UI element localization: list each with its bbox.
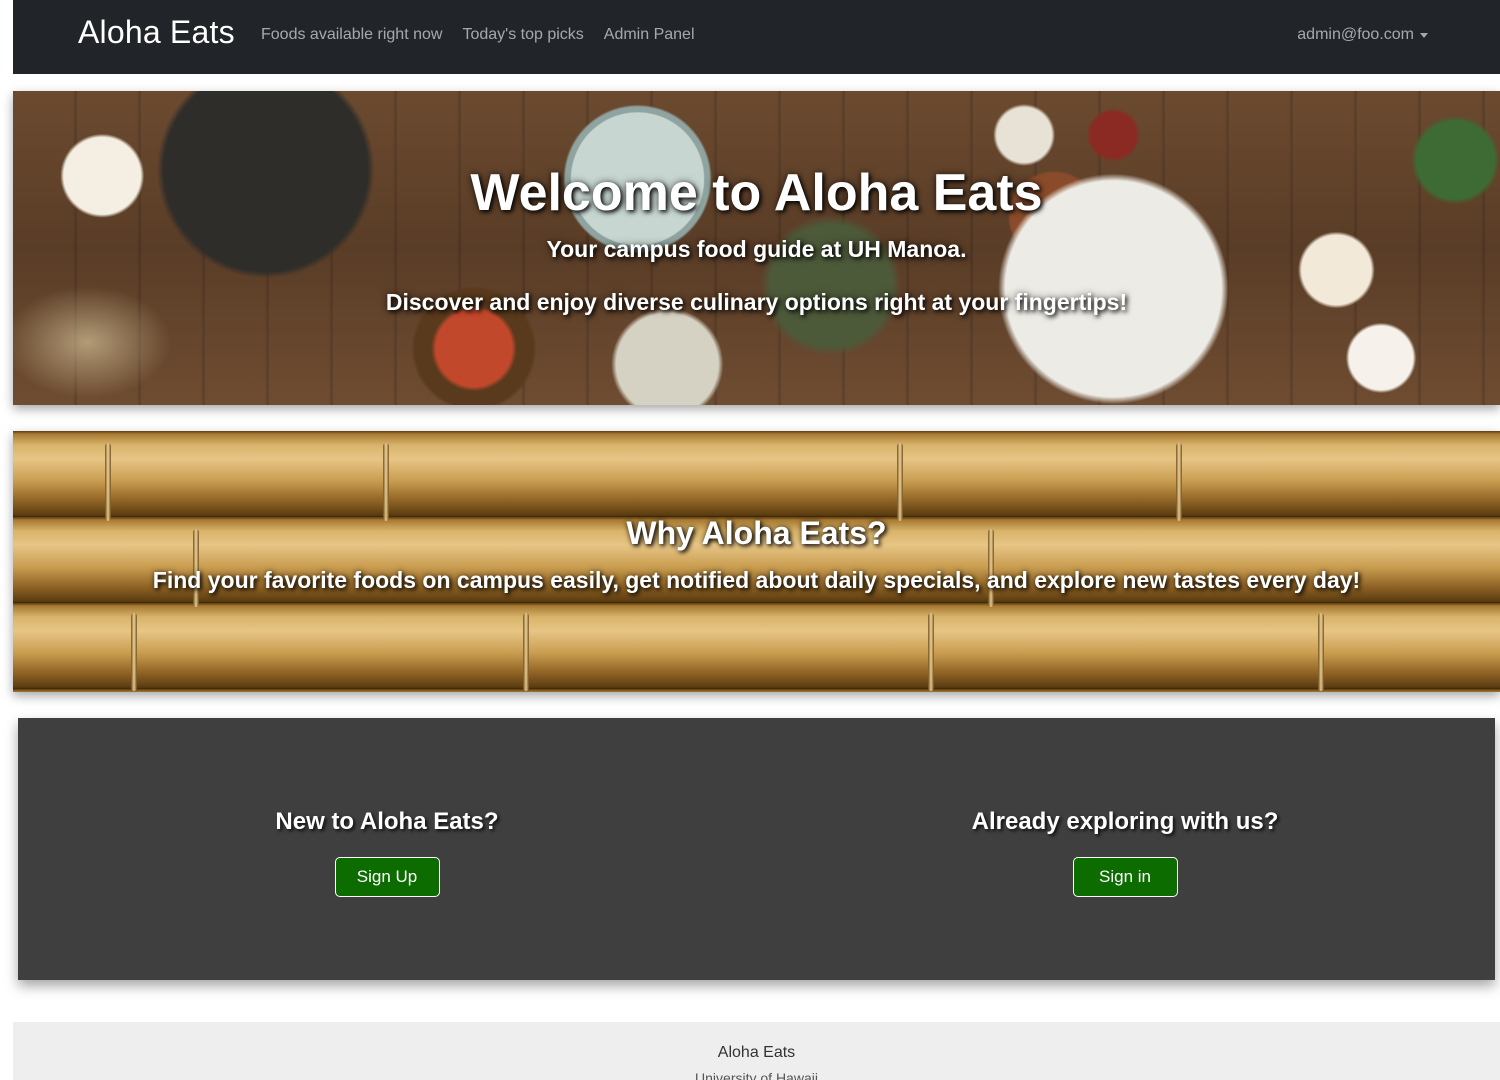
nav-link-foods-available[interactable]: Foods available right now — [261, 26, 442, 44]
existing-user-heading: Already exploring with us? — [971, 808, 1279, 835]
user-email: admin@foo.com — [1297, 26, 1414, 43]
footer-title: Aloha Eats — [717, 1044, 796, 1061]
caret-down-icon — [1420, 32, 1428, 38]
nav-link-top-picks[interactable]: Today's top picks — [462, 26, 583, 44]
hero-subtitle: Your campus food guide at UH Manoa. — [546, 236, 967, 262]
footer: Aloha Eats University of Hawaii — [13, 1022, 1500, 1080]
bamboo-node — [1318, 613, 1324, 691]
why-title: Why Aloha Eats? — [626, 515, 887, 551]
hero-banner: Welcome to Aloha Eats Your campus food g… — [13, 91, 1500, 405]
bamboo-node — [523, 613, 529, 691]
hero-content: Welcome to Aloha Eats Your campus food g… — [13, 91, 1500, 316]
signup-column: New to Aloha Eats? Sign Up — [18, 806, 756, 897]
sign-in-button[interactable]: Sign in — [1072, 857, 1178, 897]
hero-tagline: Discover and enjoy diverse culinary opti… — [385, 289, 1128, 315]
why-text: Find your favorite foods on campus easil… — [152, 567, 1361, 593]
user-dropdown[interactable]: admin@foo.com — [1297, 26, 1428, 44]
new-user-heading: New to Aloha Eats? — [275, 808, 499, 835]
why-content: Why Aloha Eats? Find your favorite foods… — [13, 431, 1500, 595]
brand-link[interactable]: Aloha Eats — [78, 14, 235, 51]
sign-up-button[interactable]: Sign Up — [334, 857, 440, 897]
auth-panel: New to Aloha Eats? Sign Up Already explo… — [18, 718, 1495, 980]
nav-link-admin-panel[interactable]: Admin Panel — [604, 26, 695, 44]
bamboo-node — [928, 613, 934, 691]
hero-title: Welcome to Aloha Eats — [470, 164, 1043, 222]
navbar: Aloha Eats Foods available right now Tod… — [13, 0, 1500, 74]
nav-links: Foods available right now Today's top pi… — [261, 26, 695, 44]
bamboo-node — [131, 613, 137, 691]
footer-subtitle: University of Hawaii — [695, 1070, 818, 1080]
signin-column: Already exploring with us? Sign in — [756, 806, 1494, 897]
why-section: Why Aloha Eats? Find your favorite foods… — [13, 431, 1500, 692]
